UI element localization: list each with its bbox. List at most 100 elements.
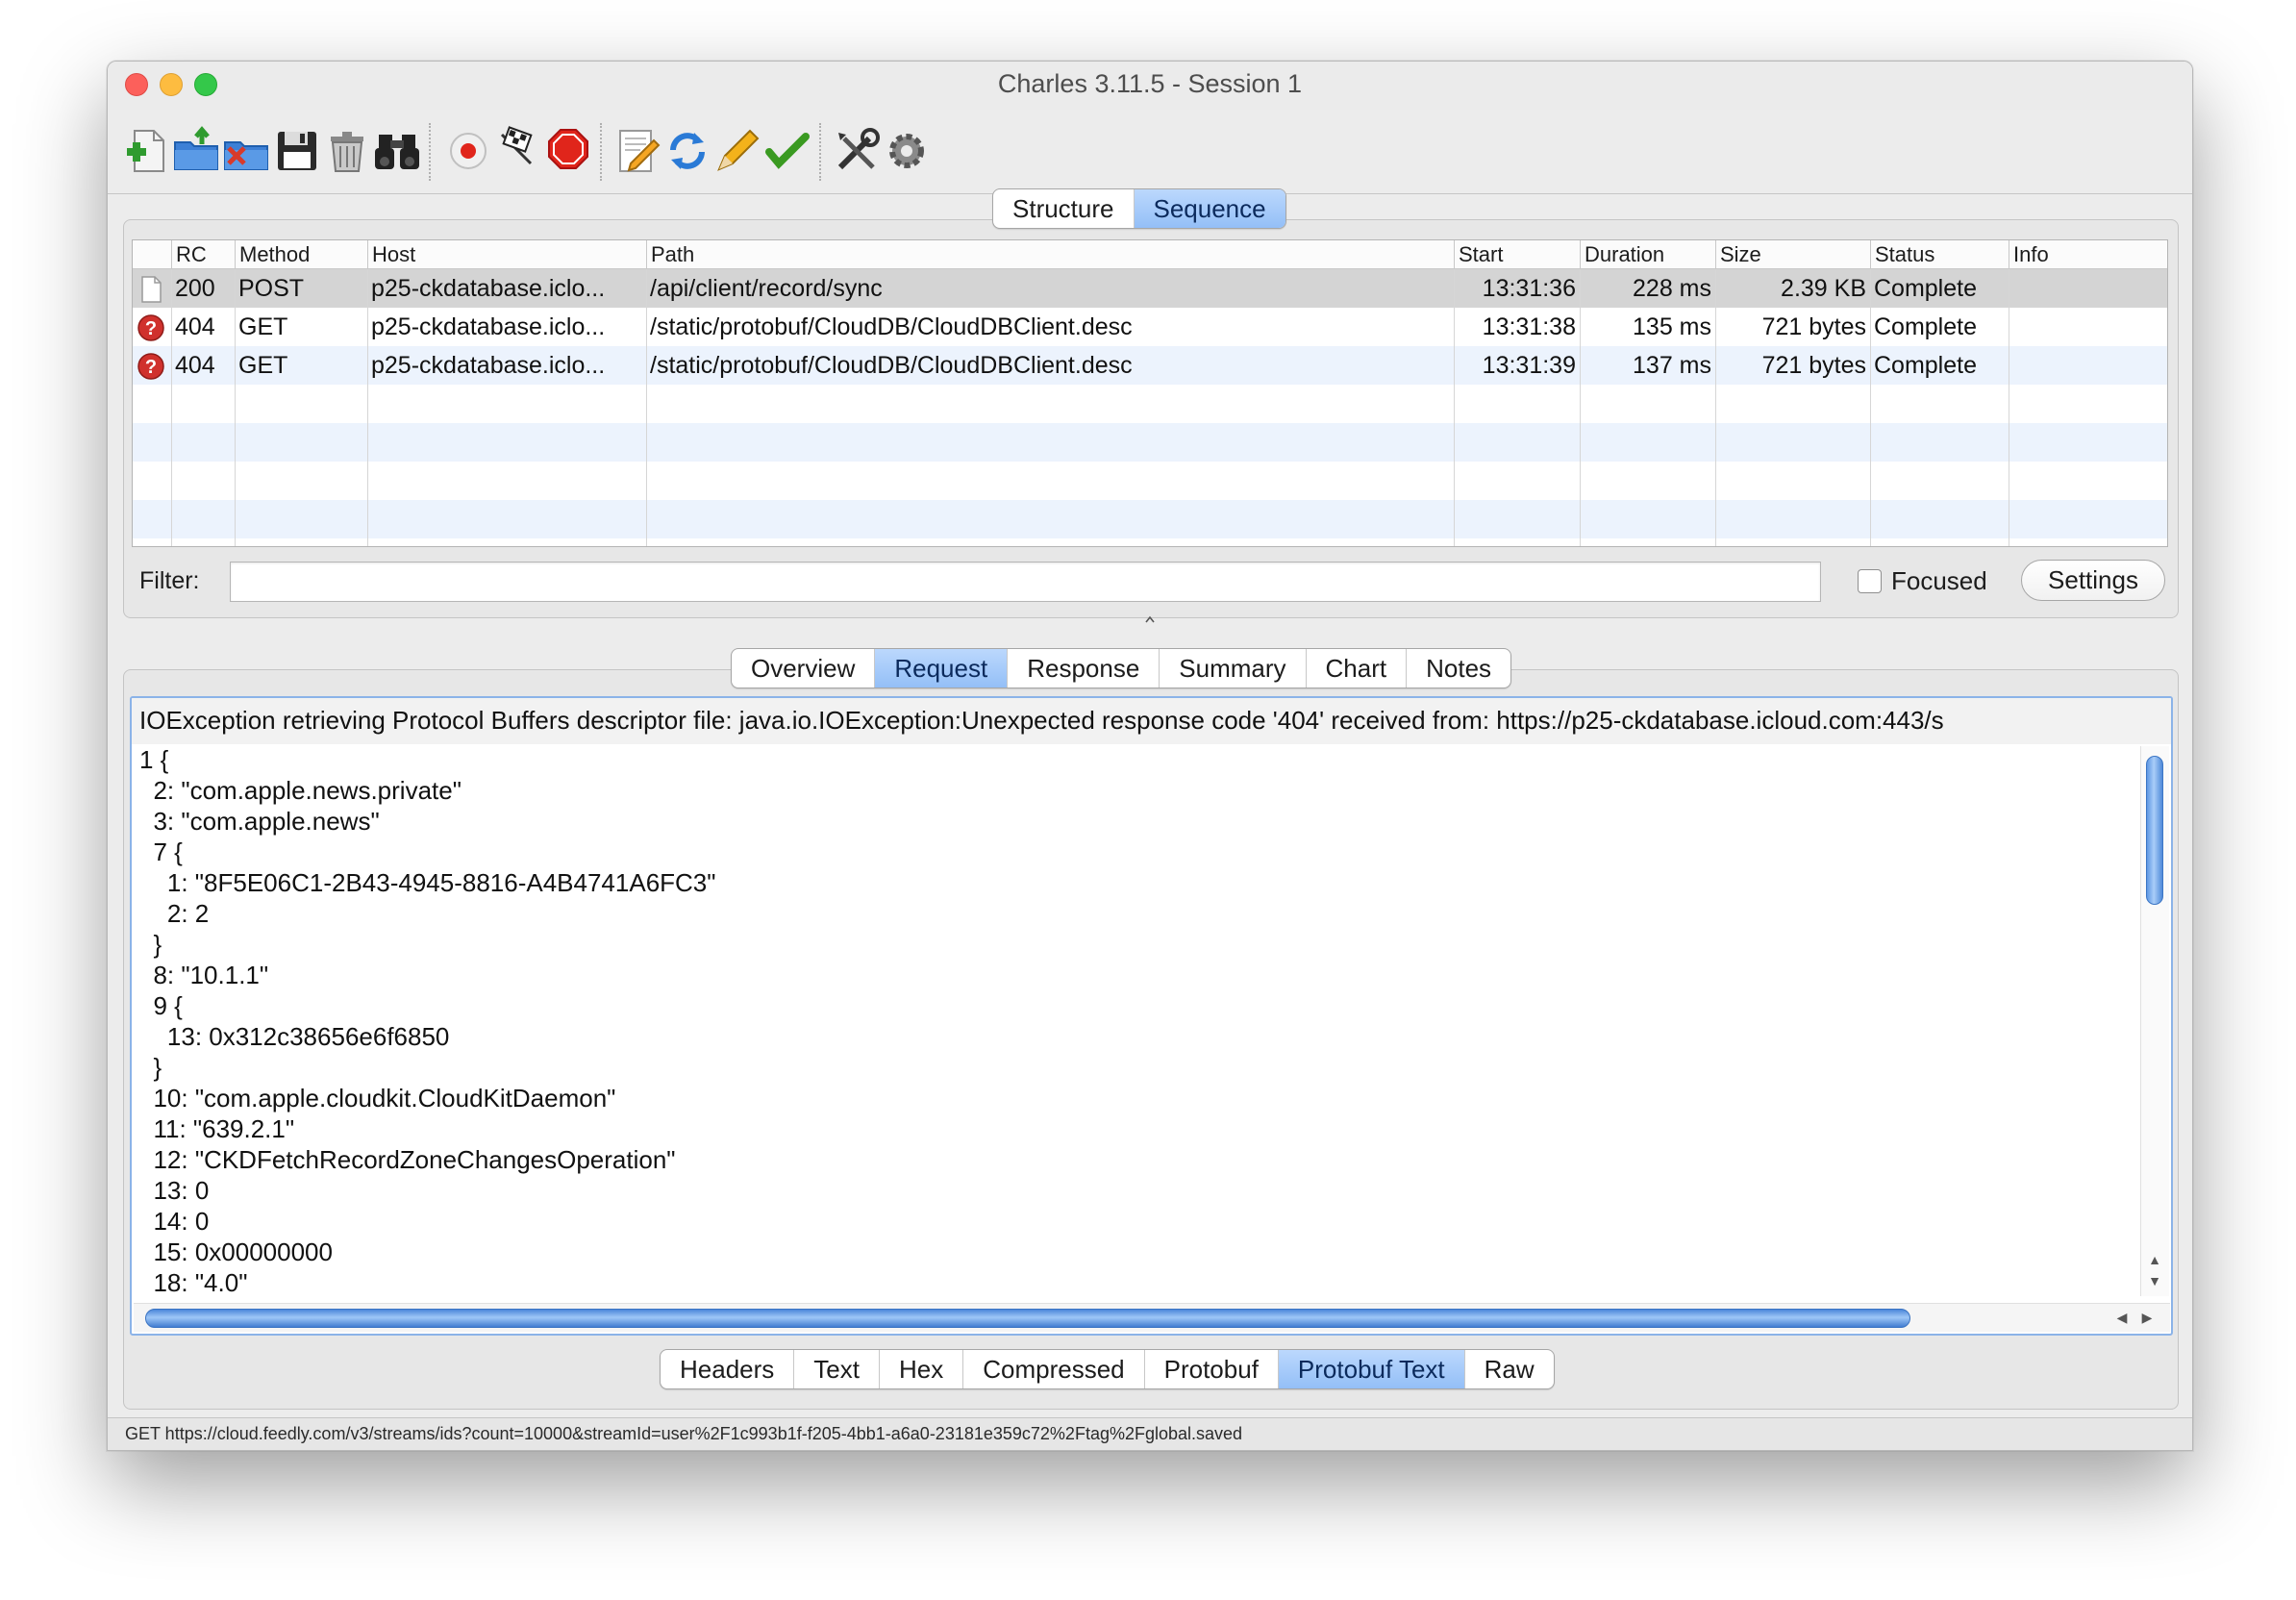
cell-host: p25-ckdatabase.iclo... bbox=[371, 352, 606, 379]
cell-rc: 404 bbox=[175, 352, 215, 379]
open-session-icon[interactable] bbox=[169, 123, 225, 179]
cell-path: /static/protobuf/CloudDB/CloudDBClient.d… bbox=[650, 313, 1133, 340]
column-header-info[interactable]: Info bbox=[2009, 240, 2167, 269]
tab-headers[interactable]: Headers bbox=[661, 1350, 795, 1388]
scroll-down-arrow-icon[interactable]: ▼ bbox=[2147, 1273, 2162, 1288]
tab-overview[interactable]: Overview bbox=[732, 649, 876, 688]
column-header-icon bbox=[133, 240, 171, 269]
scroll-right-arrow-icon[interactable]: ▶ bbox=[2139, 1310, 2155, 1325]
record-icon[interactable] bbox=[440, 123, 496, 179]
tab-protobuf-text[interactable]: Protobuf Text bbox=[1278, 1350, 1465, 1388]
empty-row bbox=[133, 385, 2167, 423]
toolbar-separator bbox=[600, 123, 602, 181]
tools-icon[interactable] bbox=[829, 123, 885, 179]
empty-row bbox=[133, 462, 2167, 500]
code-line: } bbox=[139, 1053, 162, 1082]
split-handle-icon[interactable] bbox=[1145, 615, 1155, 623]
code-line: 2: "com.apple.news.private" bbox=[139, 776, 462, 805]
code-line: 1 { bbox=[139, 745, 169, 774]
descriptor-error: IOException retrieving Protocol Buffers … bbox=[132, 698, 2171, 744]
tab-raw[interactable]: Raw bbox=[1465, 1350, 1554, 1388]
table-row[interactable]: ? 404 GET p25-ckdatabase.iclo... /static… bbox=[133, 308, 2167, 346]
column-header-size[interactable]: Size bbox=[1715, 240, 1870, 269]
compose-icon[interactable] bbox=[610, 123, 665, 179]
horizontal-scrollbar[interactable]: ◀ ▶ bbox=[134, 1303, 2170, 1332]
column-header-status[interactable]: Status bbox=[1870, 240, 2009, 269]
column-header-method[interactable]: Method bbox=[235, 240, 367, 269]
tab-hex[interactable]: Hex bbox=[880, 1350, 964, 1388]
column-header-rc[interactable]: RC bbox=[171, 240, 235, 269]
column-header-path[interactable]: Path bbox=[646, 240, 1454, 269]
tab-protobuf[interactable]: Protobuf bbox=[1145, 1350, 1279, 1388]
cell-size: 721 bytes bbox=[1761, 313, 1866, 340]
cell-start: 13:31:36 bbox=[1482, 275, 1576, 302]
toolbar-separator bbox=[429, 123, 431, 181]
table-row[interactable]: 200 POST p25-ckdatabase.iclo... /api/cli… bbox=[133, 269, 2167, 308]
cell-host: p25-ckdatabase.iclo... bbox=[371, 275, 606, 302]
table-row[interactable]: ? 404 GET p25-ckdatabase.iclo... /static… bbox=[133, 346, 2167, 385]
code-line: 2: 2 bbox=[139, 899, 210, 928]
horizontal-scroll-thumb[interactable] bbox=[145, 1309, 1910, 1328]
breakpoints-icon[interactable] bbox=[540, 123, 596, 179]
column-header-host[interactable]: Host bbox=[367, 240, 646, 269]
tab-request[interactable]: Request bbox=[875, 649, 1009, 688]
protobuf-text[interactable]: 1 { 2: "com.apple.news.private" 3: "com.… bbox=[132, 744, 2139, 1292]
find-icon[interactable] bbox=[369, 123, 425, 179]
tab-response[interactable]: Response bbox=[1008, 649, 1160, 688]
new-session-icon[interactable] bbox=[119, 123, 175, 179]
cell-status: Complete bbox=[1874, 313, 1977, 340]
cell-rc: 200 bbox=[175, 275, 215, 302]
cell-method: GET bbox=[238, 313, 288, 340]
scroll-left-arrow-icon[interactable]: ◀ bbox=[2114, 1310, 2130, 1325]
tab-structure[interactable]: Structure bbox=[993, 189, 1135, 228]
vertical-scroll-thumb[interactable] bbox=[2146, 756, 2163, 905]
scroll-up-arrow-icon[interactable]: ▲ bbox=[2147, 1252, 2162, 1267]
error-icon: ? bbox=[137, 353, 164, 380]
cell-start: 13:31:38 bbox=[1482, 313, 1576, 340]
edit-icon[interactable] bbox=[710, 123, 765, 179]
column-divider bbox=[1715, 269, 1716, 546]
cell-info bbox=[2009, 346, 2167, 385]
save-session-icon[interactable] bbox=[269, 123, 325, 179]
tab-compressed[interactable]: Compressed bbox=[963, 1350, 1145, 1388]
cell-host: p25-ckdatabase.iclo... bbox=[371, 313, 606, 340]
column-divider bbox=[646, 269, 647, 546]
empty-row bbox=[133, 500, 2167, 538]
svg-text:?: ? bbox=[145, 357, 157, 378]
vertical-scrollbar[interactable]: ▲ ▼ bbox=[2140, 746, 2169, 1296]
code-line: 13: 0x312c38656e6f6850 bbox=[139, 1022, 450, 1051]
document-icon bbox=[141, 276, 162, 303]
toolbar bbox=[108, 110, 2192, 194]
cell-method: GET bbox=[238, 352, 288, 379]
tab-text[interactable]: Text bbox=[794, 1350, 880, 1388]
focused-label: Focused bbox=[1891, 566, 1987, 595]
status-bar: GET https://cloud.feedly.com/v3/streams/… bbox=[108, 1417, 2192, 1450]
sequence-table: RC Method Host Path Start Duration Size … bbox=[132, 239, 2168, 547]
tab-sequence[interactable]: Sequence bbox=[1134, 189, 1285, 228]
title-bar: Charles 3.11.5 - Session 1 bbox=[108, 62, 2192, 110]
column-divider bbox=[1580, 269, 1581, 546]
filter-input[interactable] bbox=[230, 562, 1821, 602]
throttle-icon[interactable] bbox=[490, 123, 546, 179]
validate-icon[interactable] bbox=[760, 123, 815, 179]
close-session-icon[interactable] bbox=[219, 123, 275, 179]
cell-info bbox=[2009, 308, 2167, 346]
tab-summary[interactable]: Summary bbox=[1160, 649, 1307, 688]
column-divider bbox=[171, 269, 172, 546]
clear-session-icon[interactable] bbox=[319, 123, 375, 179]
repeat-icon[interactable] bbox=[660, 123, 715, 179]
cell-info bbox=[2009, 269, 2167, 308]
cell-rc: 404 bbox=[175, 313, 215, 340]
code-line: 15: 0x00000000 bbox=[139, 1238, 333, 1266]
tab-chart[interactable]: Chart bbox=[1307, 649, 1408, 688]
focused-checkbox[interactable] bbox=[1858, 569, 1882, 593]
column-divider bbox=[367, 269, 368, 546]
view-toggle: Structure Sequence bbox=[992, 188, 1286, 229]
column-header-duration[interactable]: Duration bbox=[1580, 240, 1715, 269]
code-line: 1: "8F5E06C1-2B43-4945-8816-A4B4741A6FC3… bbox=[139, 868, 716, 897]
settings-button[interactable]: Settings bbox=[2021, 560, 2165, 601]
settings-icon[interactable] bbox=[879, 123, 935, 179]
tab-notes[interactable]: Notes bbox=[1407, 649, 1510, 688]
column-header-start[interactable]: Start bbox=[1454, 240, 1580, 269]
code-line: 13: 0 bbox=[139, 1176, 210, 1205]
